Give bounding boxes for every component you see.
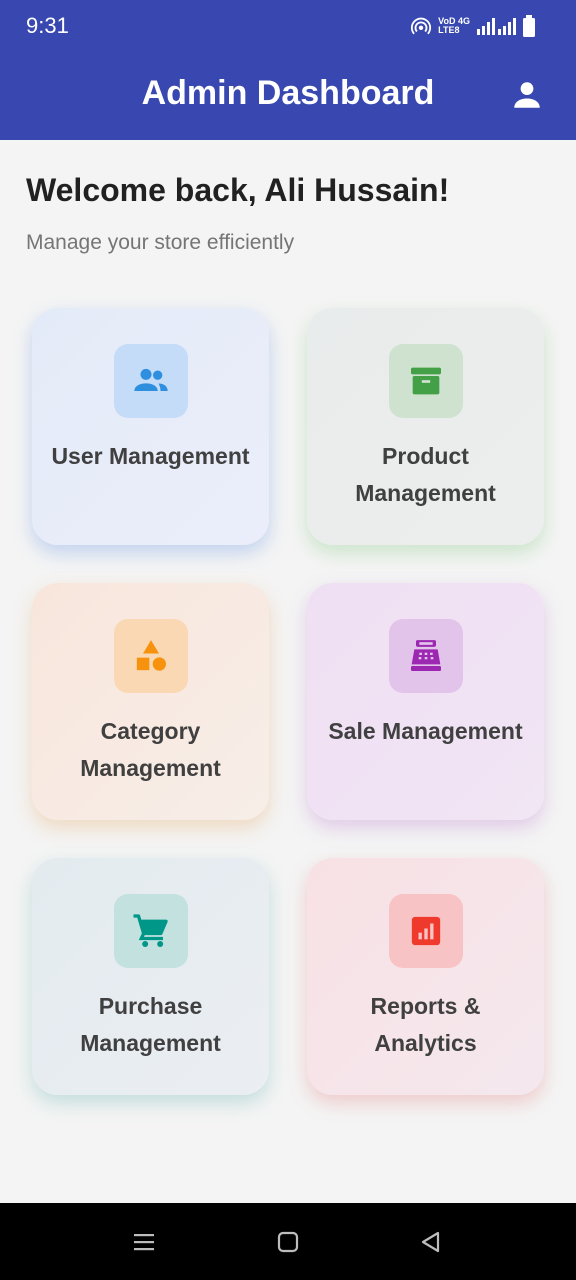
hotspot-icon [411,17,432,35]
purchase-management-label: Purchase Management [80,993,221,1056]
category-shapes-icon [136,640,166,671]
user-icon-box [113,344,188,418]
person-icon [514,82,540,108]
user-management-label: User Management [51,443,250,469]
reports-icon-box [388,894,463,968]
welcome-title: Welcome back, Ali Hussain! [26,172,450,208]
category-icon-box [113,619,188,693]
battery-icon [523,15,535,37]
reports-analytics-label: Reports & Analytics [370,993,481,1056]
product-management-card[interactable]: Product Management [307,308,544,545]
home-button[interactable] [275,1229,301,1255]
status-icons: VoD 4G LTE8 [410,13,536,39]
sale-management-card[interactable]: Sale Management [307,583,544,820]
welcome-subtitle: Manage your store efficiently [26,231,295,254]
category-management-label: Category Management [80,718,221,781]
network-label-bottom: LTE8 [438,25,460,35]
product-management-label: Product Management [355,443,496,506]
product-icon-box [388,344,463,418]
back-button[interactable] [418,1229,444,1255]
purchase-icon-box [113,894,188,968]
app-bar: 9:31 VoD 4G LTE8 Admin Dashboard [0,0,576,140]
page-title: Admin Dashboard [141,74,435,112]
back-triangle-icon [421,1231,440,1253]
archive-icon [410,367,441,395]
cash-register-icon [410,640,441,671]
signal-icon [477,18,516,35]
sale-management-label: Sale Management [328,718,523,744]
group-icon [133,368,168,391]
shopping-cart-icon [133,914,168,947]
management-grid: User Management Product Management Categ… [32,308,544,1095]
recent-apps-button[interactable] [131,1229,157,1255]
bar-chart-icon [411,916,440,946]
status-time: 9:31 [26,13,69,38]
home-square-icon [277,1231,299,1253]
user-management-card[interactable]: User Management [32,308,269,545]
network-label: VoD 4G LTE8 [438,17,470,35]
status-bar: 9:31 VoD 4G LTE8 [0,0,576,52]
profile-button[interactable] [510,78,544,112]
purchase-management-card[interactable]: Purchase Management [32,858,269,1095]
category-management-card[interactable]: Category Management [32,583,269,820]
sale-icon-box [388,619,463,693]
reports-analytics-card[interactable]: Reports & Analytics [307,858,544,1095]
system-nav-bar [0,1203,576,1280]
menu-icon [134,1234,154,1251]
